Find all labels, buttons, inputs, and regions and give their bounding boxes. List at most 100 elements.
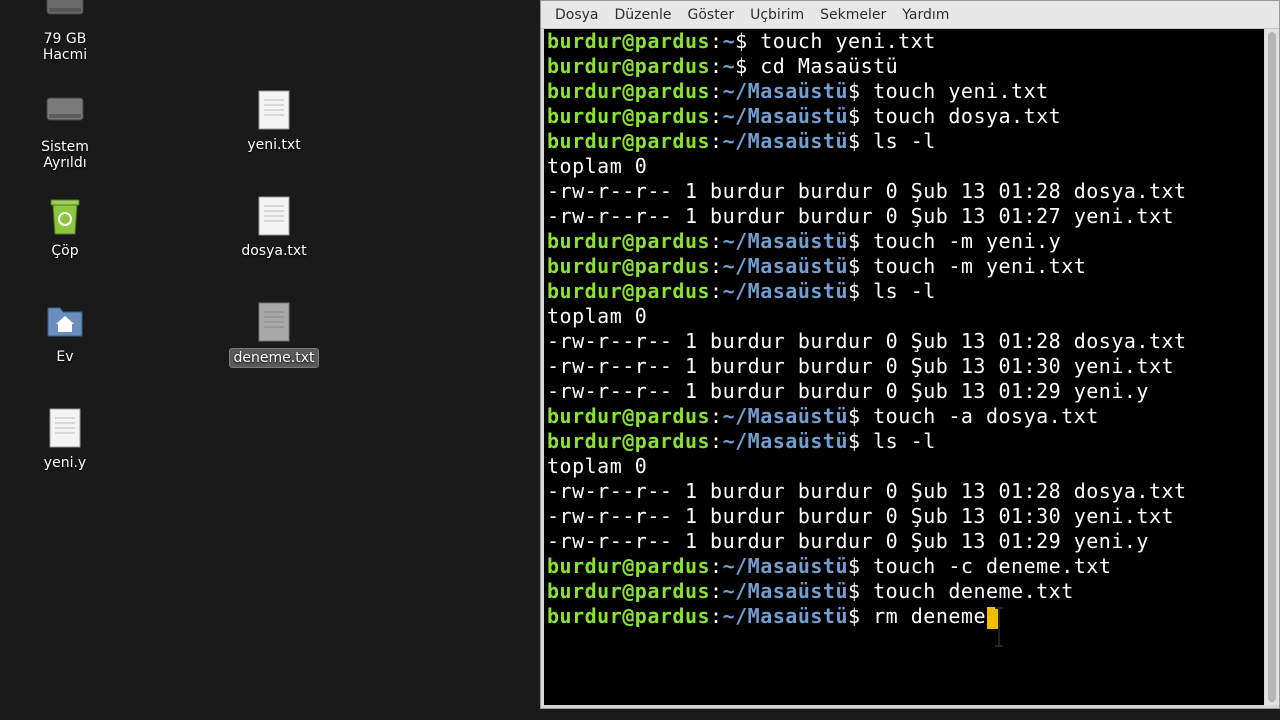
prompt-symbol: $ xyxy=(848,404,874,428)
text-file-icon xyxy=(258,196,290,236)
menu-view[interactable]: Göster xyxy=(680,7,743,23)
menu-help[interactable]: Yardım xyxy=(894,7,957,23)
prompt-user: burdur@pardus xyxy=(547,554,711,578)
terminal-command-line: burdur@pardus:~/Masaüstü$ touch -m yeni.… xyxy=(544,254,1264,279)
prompt-separator: : xyxy=(710,29,723,53)
prompt-separator: : xyxy=(710,554,723,578)
menu-file[interactable]: Dosya xyxy=(547,7,607,23)
terminal-command-line: burdur@pardus:~/Masaüstü$ touch yeni.txt xyxy=(544,79,1264,104)
prompt-user: burdur@pardus xyxy=(547,229,711,253)
desktop-icon-yeni-txt[interactable]: yeni.txt xyxy=(226,90,322,154)
prompt-separator: : xyxy=(710,254,723,278)
desktop-icon-label: deneme.txt xyxy=(228,348,320,368)
terminal-command-line: burdur@pardus:~/Masaüstü$ touch deneme.t… xyxy=(544,579,1264,604)
prompt-symbol: $ xyxy=(848,104,874,128)
trash-icon xyxy=(50,199,80,235)
prompt-user: burdur@pardus xyxy=(547,604,711,628)
command-text: touch -c deneme.txt xyxy=(873,554,1112,578)
prompt-path: ~ xyxy=(722,29,736,53)
text-file-icon xyxy=(258,90,290,130)
prompt-user: burdur@pardus xyxy=(547,54,711,78)
terminal-output-line: -rw-r--r-- 1 burdur burdur 0 Şub 13 01:2… xyxy=(547,329,1187,353)
prompt-symbol: $ xyxy=(848,279,874,303)
prompt-symbol: $ xyxy=(848,254,874,278)
prompt-user: burdur@pardus xyxy=(547,29,711,53)
text-cursor-icon xyxy=(995,607,1003,647)
desktop-icon-label: yeni.txt xyxy=(247,137,301,153)
prompt-separator: : xyxy=(710,279,723,303)
prompt-user: burdur@pardus xyxy=(547,254,711,278)
command-text: touch dosya.txt xyxy=(873,104,1062,128)
command-text: cd Masaüstü xyxy=(760,54,899,78)
desktop-icon-label: 79 GB Hacmi xyxy=(42,31,88,63)
terminal-command-line: burdur@pardus:~$ touch yeni.txt xyxy=(544,29,1264,54)
command-text: ls -l xyxy=(873,279,936,303)
command-text: rm deneme xyxy=(873,604,986,628)
terminal-command-line: burdur@pardus:~/Masaüstü$ rm deneme xyxy=(544,604,1264,629)
desktop-icon-label: dosya.txt xyxy=(241,243,307,259)
desktop-icon-trash[interactable]: Çöp xyxy=(17,196,113,260)
prompt-separator: : xyxy=(710,604,723,628)
prompt-path: ~/Masaüstü xyxy=(722,404,849,428)
prompt-user: burdur@pardus xyxy=(547,404,711,428)
prompt-path: ~/Masaüstü xyxy=(722,254,849,278)
terminal-command-line: burdur@pardus:~/Masaüstü$ touch -a dosya… xyxy=(544,404,1264,429)
desktop-icon-dosya-txt[interactable]: dosya.txt xyxy=(226,196,322,260)
terminal-output-line: -rw-r--r-- 1 burdur burdur 0 Şub 13 01:2… xyxy=(547,529,1149,553)
prompt-path: ~/Masaüstü xyxy=(722,279,849,303)
command-text: touch -a dosya.txt xyxy=(873,404,1099,428)
prompt-separator: : xyxy=(710,104,723,128)
command-text: touch yeni.txt xyxy=(760,29,936,53)
terminal-output-line: -rw-r--r-- 1 burdur burdur 0 Şub 13 01:2… xyxy=(547,179,1187,203)
desktop-icon-yeni-y[interactable]: yeni.y xyxy=(17,408,113,472)
terminal-output-line: -rw-r--r-- 1 burdur burdur 0 Şub 13 01:3… xyxy=(547,354,1175,378)
home-folder-icon xyxy=(47,307,83,337)
desktop-icon-79gb-volume[interactable]: 79 GB Hacmi xyxy=(17,0,113,64)
prompt-separator: : xyxy=(710,429,723,453)
command-text: ls -l xyxy=(873,429,936,453)
terminal-output[interactable]: burdur@pardus:~$ touch yeni.txt burdur@pa… xyxy=(544,29,1264,705)
prompt-symbol: $ xyxy=(848,79,874,103)
desktop-icon-label: Ev xyxy=(56,349,74,365)
prompt-separator: : xyxy=(710,79,723,103)
drive-icon xyxy=(46,97,84,121)
terminal-output-line: -rw-r--r-- 1 burdur burdur 0 Şub 13 01:2… xyxy=(547,479,1187,503)
prompt-path: ~ xyxy=(722,54,736,78)
menu-edit[interactable]: Düzenle xyxy=(607,7,680,23)
prompt-separator: : xyxy=(710,404,723,428)
terminal-output-line: toplam 0 xyxy=(547,304,648,328)
terminal-output-line: toplam 0 xyxy=(547,454,648,478)
terminal-window[interactable]: Dosya Düzenle Göster Uçbirim Sekmeler Ya… xyxy=(540,0,1280,709)
desktop-icon-deneme-txt[interactable]: deneme.txt xyxy=(226,302,322,368)
terminal-output-line: -rw-r--r-- 1 burdur burdur 0 Şub 13 01:2… xyxy=(547,204,1175,228)
terminal-output-line: -rw-r--r-- 1 burdur burdur 0 Şub 13 01:3… xyxy=(547,504,1175,528)
desktop-icon-system-reserved[interactable]: Sistem Ayrıldı xyxy=(17,92,113,172)
prompt-separator: : xyxy=(710,229,723,253)
command-text: touch yeni.txt xyxy=(873,79,1049,103)
prompt-user: burdur@pardus xyxy=(547,79,711,103)
scrollbar-thumb[interactable] xyxy=(1268,32,1276,702)
command-text: touch -m yeni.txt xyxy=(873,254,1087,278)
terminal-command-line: burdur@pardus:~/Masaüstü$ ls -l xyxy=(544,429,1264,454)
terminal-command-line: burdur@pardus:~/Masaüstü$ touch -c denem… xyxy=(544,554,1264,579)
desktop-icon-label: Çöp xyxy=(51,243,79,259)
terminal-menubar: Dosya Düzenle Göster Uçbirim Sekmeler Ya… xyxy=(541,1,1279,29)
command-text: ls -l xyxy=(873,129,936,153)
command-text: touch deneme.txt xyxy=(873,579,1074,603)
terminal-command-line: burdur@pardus:~/Masaüstü$ ls -l xyxy=(544,129,1264,154)
terminal-command-line: burdur@pardus:~$ cd Masaüstü xyxy=(544,54,1264,79)
prompt-symbol: $ xyxy=(848,579,874,603)
terminal-output-line: -rw-r--r-- 1 burdur burdur 0 Şub 13 01:2… xyxy=(547,379,1149,403)
prompt-user: burdur@pardus xyxy=(547,429,711,453)
prompt-path: ~/Masaüstü xyxy=(722,429,849,453)
menu-terminal[interactable]: Uçbirim xyxy=(742,7,812,23)
terminal-command-line: burdur@pardus:~/Masaüstü$ touch dosya.tx… xyxy=(544,104,1264,129)
text-file-icon xyxy=(49,408,81,448)
desktop-icon-label: Sistem Ayrıldı xyxy=(41,139,89,171)
desktop-icon-home[interactable]: Ev xyxy=(17,302,113,366)
prompt-path: ~/Masaüstü xyxy=(722,229,849,253)
prompt-symbol: $ xyxy=(735,54,761,78)
terminal-scrollbar[interactable] xyxy=(1265,29,1279,705)
menu-tabs[interactable]: Sekmeler xyxy=(812,7,894,23)
desktop-icon-label: yeni.y xyxy=(43,455,87,471)
